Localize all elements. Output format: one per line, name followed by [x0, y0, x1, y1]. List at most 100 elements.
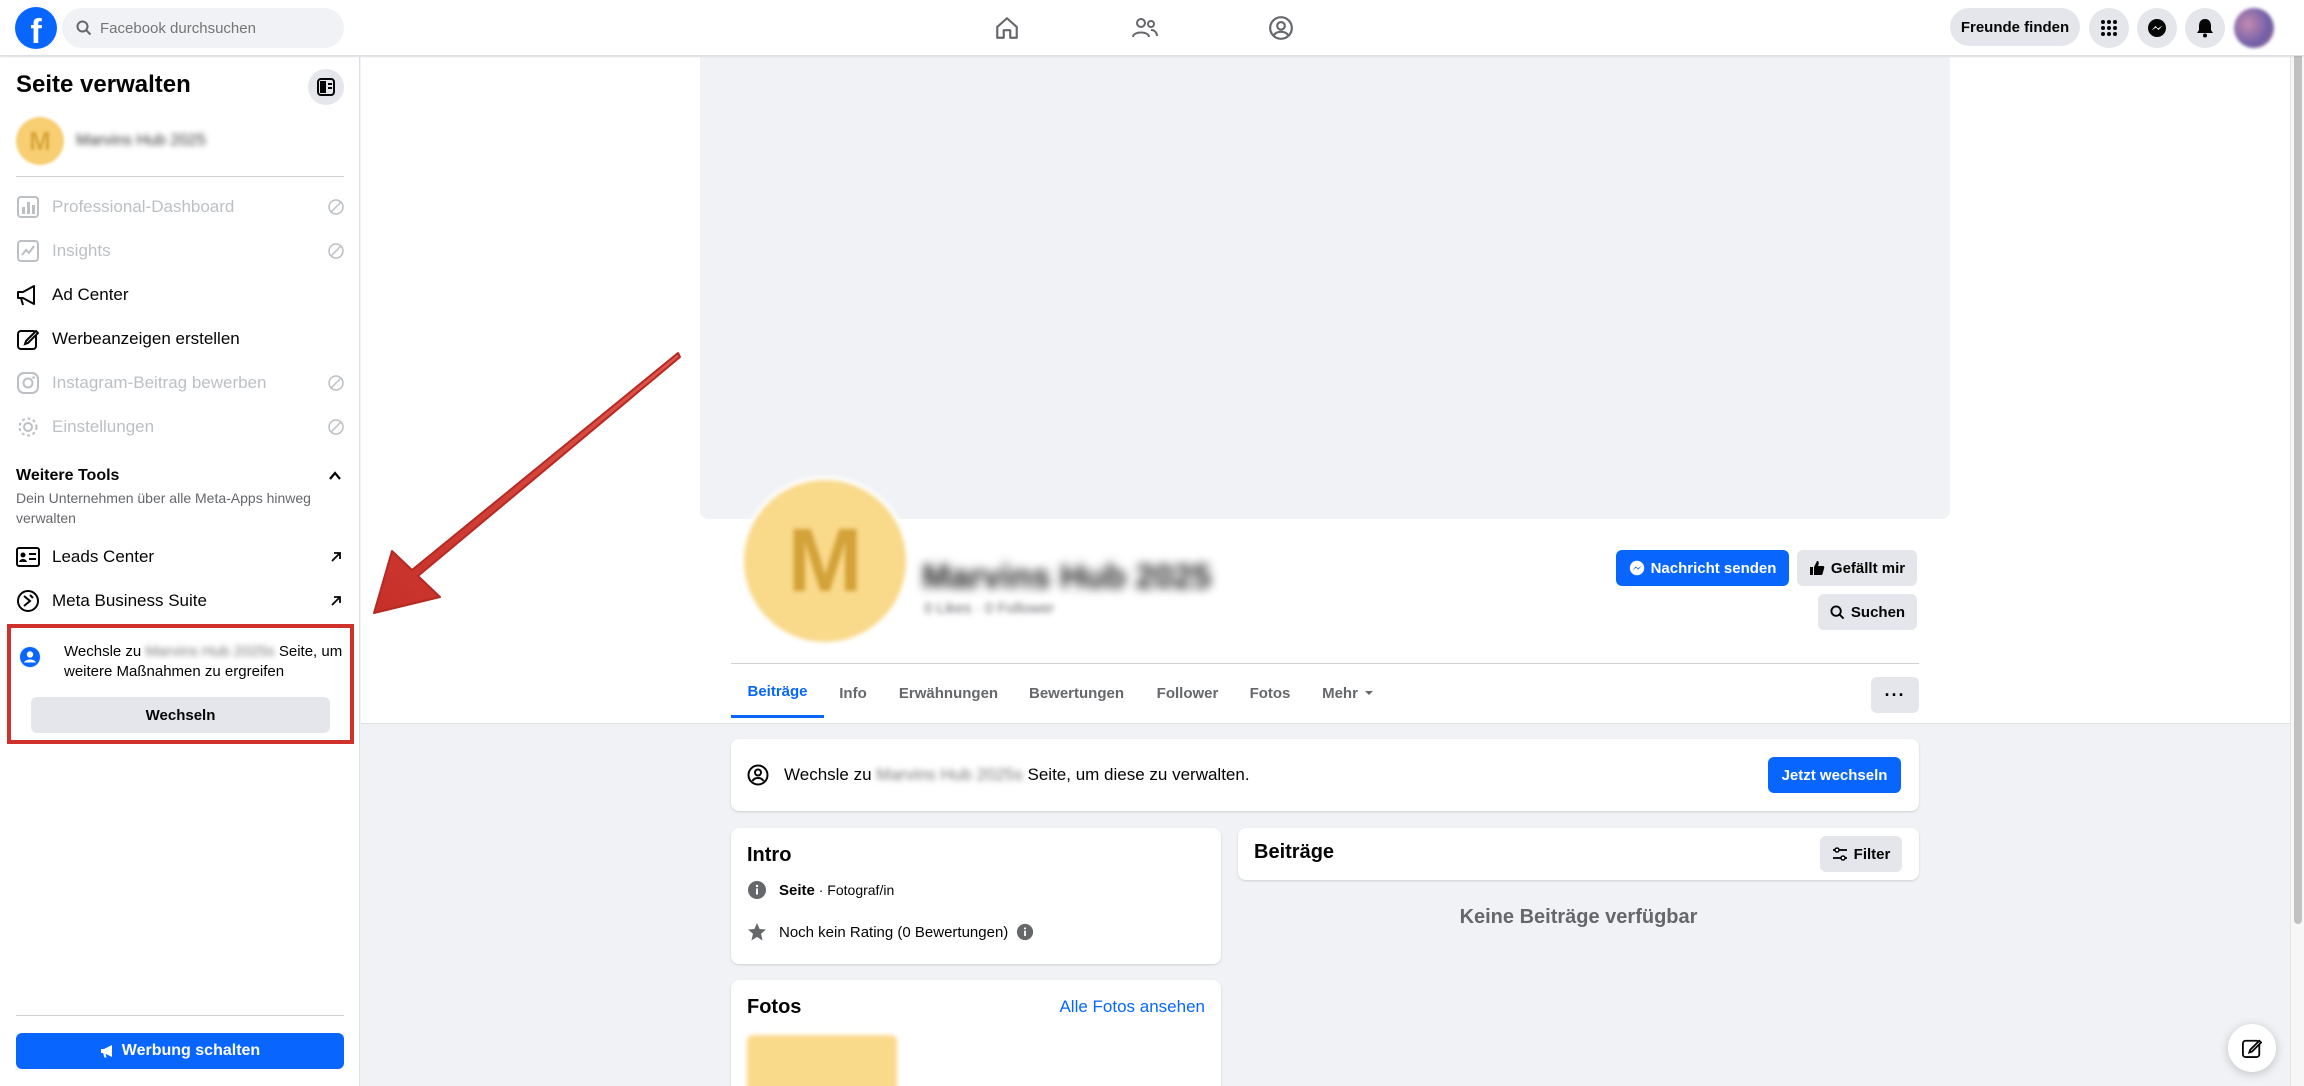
external-link-icon: [326, 591, 346, 611]
chevron-up-icon[interactable]: [326, 467, 344, 485]
intro-rating-row: Noch kein Rating (0 Bewertungen): [747, 922, 1034, 942]
notice-suffix: Seite, um diese zu verwalten.: [1027, 765, 1250, 784]
page-scrollbar[interactable]: [2290, 0, 2304, 1086]
megaphone-icon: [16, 283, 40, 307]
tab-info[interactable]: Info: [828, 668, 878, 718]
filter-icon: [1832, 847, 1847, 861]
sidebar-item-label: Insights: [52, 241, 111, 260]
intro-page-label: Seite: [779, 881, 815, 899]
search-input[interactable]: [100, 19, 330, 37]
sidebar-item-label: Instagram-Beitrag bewerben: [52, 373, 267, 392]
send-message-button[interactable]: Nachricht senden: [1616, 550, 1789, 586]
more-tools-heading[interactable]: Weitere Tools: [16, 467, 119, 485]
meta-business-icon: [16, 589, 40, 613]
menu-grid-icon[interactable]: [2089, 8, 2129, 48]
facebook-logo[interactable]: f: [15, 7, 57, 49]
switch-button[interactable]: Wechseln: [31, 697, 330, 733]
like-button[interactable]: Gefällt mir: [1797, 550, 1917, 586]
tab-posts[interactable]: Beiträge: [731, 668, 824, 718]
insights-icon: [16, 239, 40, 263]
profile-picture[interactable]: M: [740, 476, 910, 646]
tab-more[interactable]: Mehr: [1312, 668, 1384, 718]
sidebar-item-label: Leads Center: [52, 547, 155, 566]
sidebar-item-label: Einstellungen: [52, 417, 155, 436]
page-avatar: M: [16, 117, 64, 165]
thumbs-up-icon: [1809, 561, 1825, 575]
find-friends-button[interactable]: Freunde finden: [1950, 8, 2080, 46]
profile-stats: 0 Likes · 0 Follower: [924, 600, 1055, 617]
star-icon: [747, 922, 767, 942]
sidebar-item-label: Ad Center: [52, 285, 129, 304]
tab-followers[interactable]: Follower: [1147, 668, 1228, 718]
see-all-photos-link[interactable]: Alle Fotos ansehen: [1059, 997, 1205, 1017]
home-icon[interactable]: [991, 12, 1023, 44]
tab-reviews[interactable]: Bewertungen: [1021, 668, 1132, 718]
sidebar-item-meta-business-suite[interactable]: Meta Business Suite: [16, 581, 346, 621]
bell-icon[interactable]: [2185, 8, 2225, 48]
disabled-icon: [326, 241, 346, 261]
account-avatar[interactable]: [2234, 8, 2274, 48]
sidebar-item-instagram-promote[interactable]: Instagram-Beitrag bewerben: [16, 363, 346, 403]
filter-label: Filter: [1853, 845, 1891, 863]
tab-more-label: Mehr: [1322, 684, 1358, 702]
no-posts-message: Keine Beiträge verfügbar: [1459, 906, 1698, 928]
compose-message-button[interactable]: [2228, 1024, 2276, 1072]
profile-icon[interactable]: [1265, 12, 1297, 44]
user-switch-icon: [747, 764, 769, 786]
page-name: Marvins Hub 2025: [76, 132, 206, 149]
posts-header-card: Beiträge Filter Keine Beiträge verfügbar: [1238, 828, 1919, 928]
sidebar-item-insights[interactable]: Insights: [16, 231, 346, 271]
run-ad-button[interactable]: Werbung schalten: [16, 1033, 344, 1069]
search-box[interactable]: [62, 8, 344, 48]
friends-icon[interactable]: [1129, 12, 1161, 44]
sidebar-item-ad-center[interactable]: Ad Center: [16, 275, 346, 315]
leads-icon: [16, 545, 40, 569]
info-icon[interactable]: [1016, 923, 1034, 941]
gear-icon: [16, 415, 40, 439]
switch-now-button[interactable]: Jetzt wechseln: [1768, 757, 1901, 793]
switch-notice-text: Wechsle zu Marvins Hub 2025s Seite, um d…: [784, 765, 1250, 785]
info-icon: [747, 880, 767, 900]
notice-prefix: Wechsle zu: [784, 765, 872, 784]
current-page-row[interactable]: M Marvins Hub 2025: [16, 117, 206, 165]
notice-page-name: Marvins Hub 2025s: [876, 765, 1023, 784]
intro-page-category: · Fotograf/in: [814, 882, 895, 898]
user-switch-icon: [19, 646, 41, 668]
megaphone-icon: [100, 1045, 112, 1058]
intro-rating-text: Noch kein Rating (0 Bewertungen): [779, 923, 1009, 941]
disabled-icon: [326, 417, 346, 437]
more-options-button[interactable]: ···: [1871, 677, 1919, 713]
run-ad-label: Werbung schalten: [121, 1042, 261, 1059]
search-page-button[interactable]: Suchen: [1818, 594, 1917, 630]
switch-prefix: Wechsle zu: [64, 643, 142, 660]
switch-message: Wechsle zu Marvins Hub 2025s Seite, um w…: [64, 642, 344, 682]
tab-photos[interactable]: Fotos: [1242, 668, 1298, 718]
dashboard-icon: [16, 195, 40, 219]
sidebar-item-leads-center[interactable]: Leads Center: [16, 537, 346, 577]
instagram-icon: [16, 371, 40, 395]
cover-photo[interactable]: [700, 57, 1950, 519]
search-page-label: Suchen: [1850, 603, 1906, 621]
send-message-label: Nachricht senden: [1650, 559, 1777, 577]
external-link-icon: [326, 547, 346, 567]
sidebar-item-create-ads[interactable]: Werbeanzeigen erstellen: [16, 319, 346, 359]
sidebar-item-label: Professional-Dashboard: [52, 197, 235, 216]
search-icon: [76, 20, 92, 36]
disabled-icon: [326, 373, 346, 393]
sidebar-item-label: Meta Business Suite: [52, 591, 207, 610]
photo-thumbnail[interactable]: [747, 1035, 897, 1086]
filter-button[interactable]: Filter: [1820, 836, 1902, 872]
sidebar-item-professional-dashboard[interactable]: Professional-Dashboard: [16, 187, 346, 227]
sidebar-collapse-icon[interactable]: [308, 69, 344, 105]
sidebar-item-settings[interactable]: Einstellungen: [16, 407, 346, 447]
more-tools-description: Dein Unternehmen über alle Meta-Apps hin…: [16, 490, 311, 526]
intro-title: Intro: [747, 844, 792, 866]
intro-category-row: Seite · Fotograf/in: [747, 880, 894, 900]
compose-icon: [2242, 1039, 2262, 1058]
scrollbar-thumb[interactable]: [2294, 4, 2302, 924]
tab-mentions[interactable]: Erwähnungen: [890, 668, 1007, 718]
sidebar-item-label: Werbeanzeigen erstellen: [52, 329, 240, 348]
messenger-icon: [1629, 560, 1644, 576]
intro-card: Intro Seite · Fotograf/in Noch kein Rati…: [731, 828, 1221, 964]
messenger-icon[interactable]: [2137, 8, 2177, 48]
